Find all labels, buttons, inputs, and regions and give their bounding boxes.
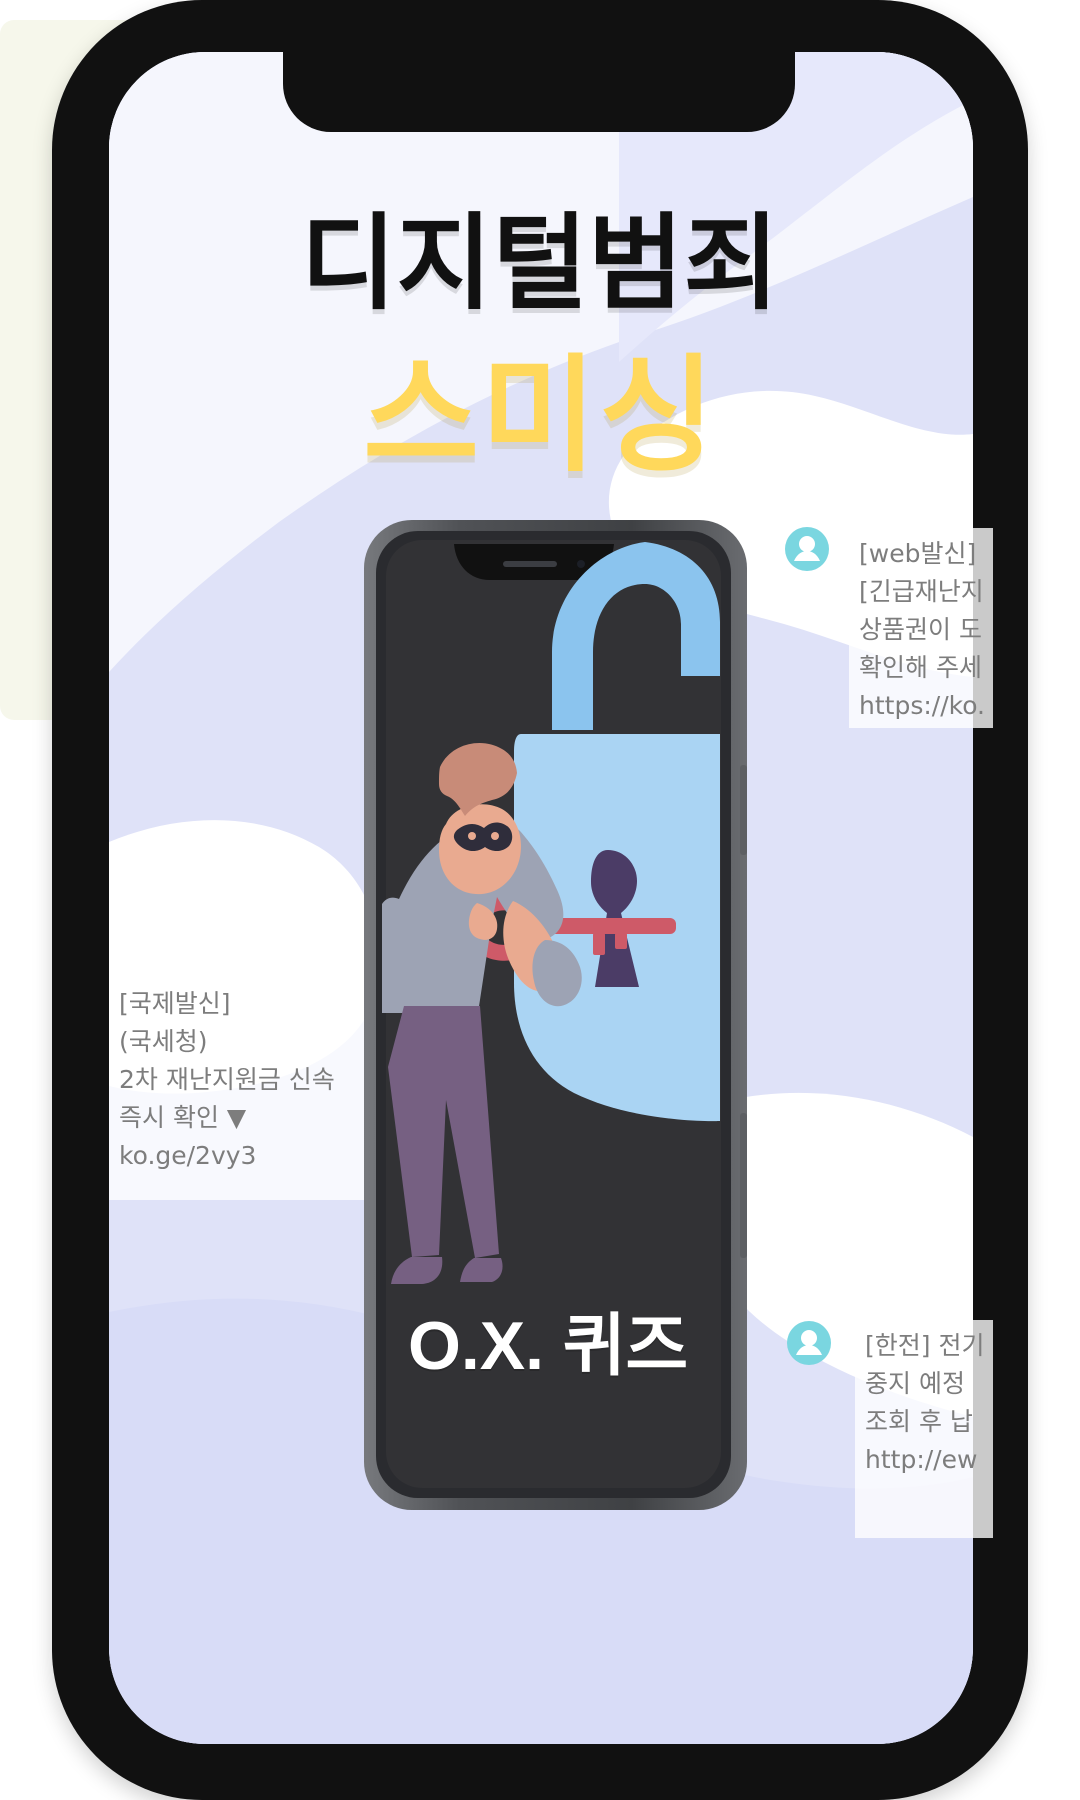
main-title: 디지털범죄 [300, 202, 780, 324]
sms-line: (국세청) [119, 1027, 208, 1056]
sms-message-card: [web발신] [긴급재난지 상품권이 도 확인해 주세 https://ko. [849, 528, 993, 728]
sms-line: https://ko. [859, 691, 986, 720]
sms-line: 2차 재난지원금 신속 [119, 1065, 335, 1094]
quiz-label: O.X. 퀴즈 [407, 1308, 689, 1384]
sms-line: 조회 후 납 [865, 1407, 973, 1436]
sms-line: [국제발신] [119, 989, 231, 1018]
promo-canvas: 디지털범죄 스미싱 [web발신] [긴급재난지 상품권이 도 확인해 주세 h… [0, 0, 1080, 1800]
sms-line: ko.ge/2vy3 [119, 1141, 257, 1170]
sms-line: http://ew [865, 1445, 978, 1474]
sms-line: 확인해 주세 [859, 653, 982, 682]
sms-line: 즉시 확인 ▼ [119, 1103, 247, 1132]
sms-message-card: [국제발신] (국세청) 2차 재난지원금 신속 즉시 확인 ▼ ko.ge/2… [109, 978, 371, 1200]
phone-notch [283, 48, 795, 132]
sms-line: [web발신] [859, 539, 977, 568]
sms-line: [긴급재난지 [859, 577, 984, 606]
subtitle: 스미싱 [363, 342, 717, 489]
sms-line: 상품권이 도 [859, 615, 982, 644]
person-avatar-icon [784, 526, 830, 572]
